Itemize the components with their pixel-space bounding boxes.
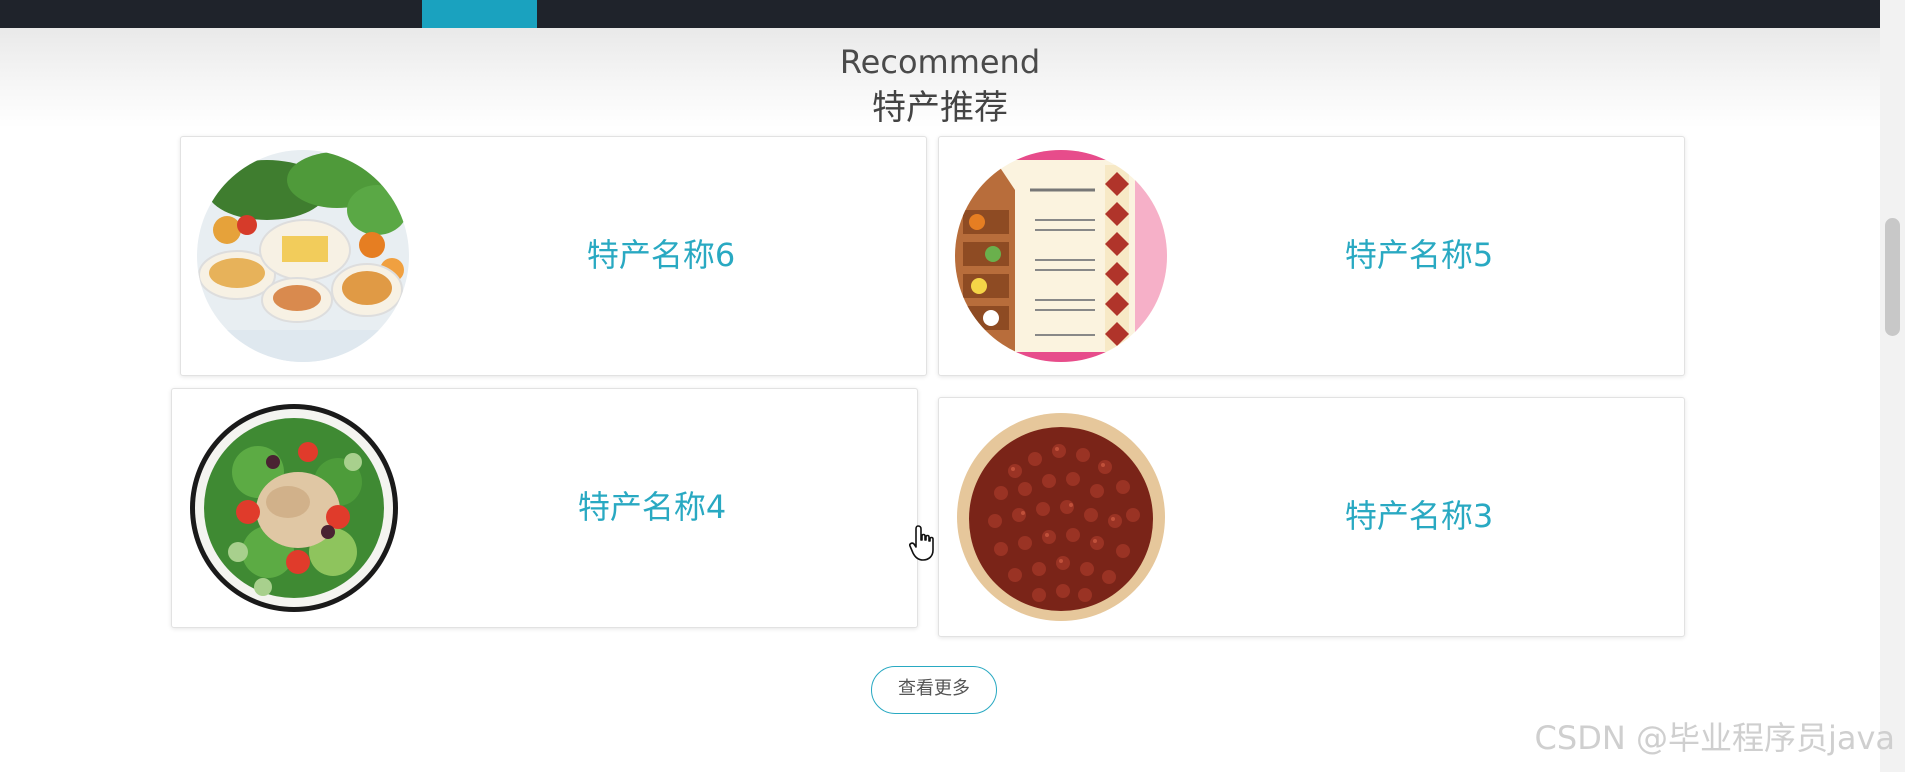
product-name[interactable]: 特产名称3 [1199, 494, 1639, 538]
page: Recommend 特产推荐 特产名称6 特产名称5 特产名称4 特产名称3 查… [0, 0, 1905, 772]
poster-image[interactable] [955, 150, 1167, 362]
section-title-cn: 特产推荐 [872, 88, 1008, 128]
red-beans-image[interactable] [955, 411, 1167, 623]
scrollbar-thumb[interactable] [1885, 218, 1900, 336]
product-card[interactable]: 特产名称3 [938, 397, 1685, 637]
product-name[interactable]: 特产名称4 [432, 485, 872, 529]
section-title-en: Recommend [839, 43, 1041, 81]
vertical-scrollbar[interactable] [1880, 0, 1905, 772]
product-card[interactable]: 特产名称4 [171, 388, 918, 628]
top-nav-bar [0, 0, 1880, 28]
product-card[interactable]: 特产名称5 [938, 136, 1685, 376]
hand-cursor-icon [909, 525, 934, 561]
product-name[interactable]: 特产名称5 [1199, 233, 1639, 277]
salad-image[interactable] [188, 402, 400, 614]
active-nav-tab[interactable] [422, 0, 537, 28]
vegetable-platter-image[interactable] [197, 150, 409, 362]
section-header: Recommend 特产推荐 [0, 28, 1880, 128]
product-name[interactable]: 特产名称6 [441, 233, 881, 277]
csdn-watermark: CSDN @毕业程序员java [1534, 719, 1895, 757]
product-card[interactable]: 特产名称6 [180, 136, 927, 376]
view-more-button[interactable]: 查看更多 [871, 666, 997, 714]
